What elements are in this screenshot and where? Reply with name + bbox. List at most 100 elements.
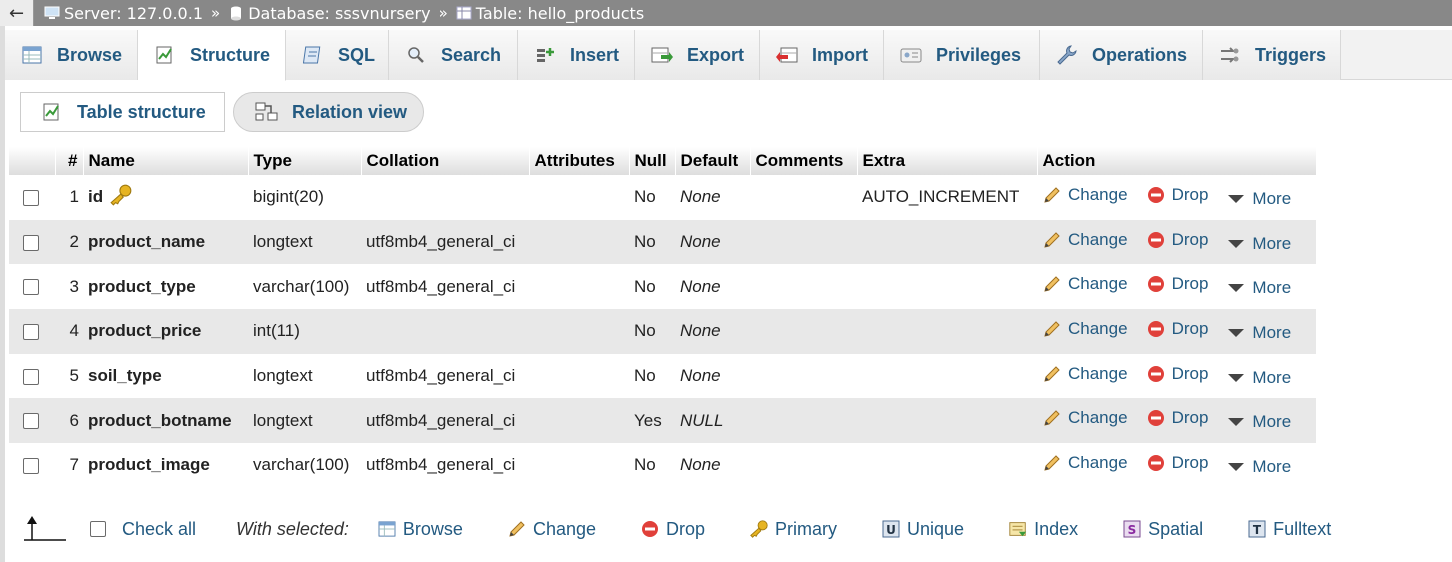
drop-label: Drop xyxy=(1171,184,1209,204)
caret-down-icon xyxy=(1226,278,1246,298)
more-dropdown[interactable]: More xyxy=(1226,457,1291,477)
bulk-change-button[interactable]: Change xyxy=(507,519,596,540)
drop-link[interactable]: Drop xyxy=(1146,229,1209,250)
drop-link[interactable]: Drop xyxy=(1146,408,1208,428)
svg-text:T: T xyxy=(1253,523,1262,537)
tab-operations[interactable]: Operations xyxy=(1040,30,1203,80)
row-type: longtext xyxy=(248,398,361,444)
drop-label: Drop xyxy=(1171,274,1209,294)
row-comments xyxy=(750,309,857,354)
row-checkbox[interactable] xyxy=(23,279,39,296)
breadcrumb-database[interactable]: Database: sssvnursery xyxy=(228,4,431,23)
tab-sql[interactable]: SQL xyxy=(286,30,389,80)
tab-structure[interactable]: Structure xyxy=(138,30,286,81)
page-left-border xyxy=(0,26,5,562)
drop-link[interactable]: Drop xyxy=(1146,319,1208,339)
bulk-drop-button[interactable]: Drop xyxy=(640,519,705,540)
more-dropdown[interactable]: More xyxy=(1226,368,1291,388)
change-link[interactable]: Change xyxy=(1042,319,1128,339)
more-dropdown[interactable]: More xyxy=(1226,189,1291,209)
tab-privileges[interactable]: Privileges xyxy=(884,30,1040,80)
row-num: 4 xyxy=(55,309,83,354)
row-checkbox[interactable] xyxy=(23,234,39,251)
pencil-icon xyxy=(1042,230,1062,250)
col-collation-header[interactable]: Collation xyxy=(361,147,530,175)
col-null-header[interactable]: Null xyxy=(629,147,676,175)
bulk-primary-button[interactable]: Primary xyxy=(749,519,837,540)
col-type-header[interactable]: Type xyxy=(248,147,362,175)
bulk-change-label: Change xyxy=(532,518,597,539)
tab-structure-label: Structure xyxy=(190,44,271,65)
row-actions: Change Drop More xyxy=(1037,175,1316,220)
bulk-browse-button[interactable]: Browse xyxy=(377,519,463,540)
drop-link[interactable]: Drop xyxy=(1146,274,1209,294)
tab-browse[interactable]: Browse xyxy=(5,30,138,80)
row-checkbox[interactable] xyxy=(23,457,39,474)
row-checkbox[interactable] xyxy=(23,189,39,206)
more-dropdown[interactable]: More xyxy=(1226,412,1291,432)
tab-export[interactable]: Export xyxy=(635,30,760,80)
bulk-fulltext-button[interactable]: T Fulltext xyxy=(1247,519,1331,540)
tab-search[interactable]: Search xyxy=(389,30,518,80)
table-structure-button[interactable]: Table structure xyxy=(20,92,225,132)
row-null: No xyxy=(629,175,675,220)
row-checkbox[interactable] xyxy=(23,323,39,340)
drop-label: Drop xyxy=(1171,229,1209,249)
row-checkbox[interactable] xyxy=(23,413,39,430)
col-checkbox-header xyxy=(9,147,56,175)
check-all-checkbox[interactable] xyxy=(90,521,106,537)
row-name-text: soil_type xyxy=(88,366,162,386)
row-default: None xyxy=(675,175,750,220)
row-default: NULL xyxy=(675,398,750,444)
change-link[interactable]: Change xyxy=(1042,408,1128,428)
row-checkbox-cell xyxy=(9,219,55,265)
more-label: More xyxy=(1252,188,1292,208)
table-row: 3 product_type varchar(100) utf8mb4_general… xyxy=(9,264,1316,310)
more-dropdown[interactable]: More xyxy=(1226,234,1291,254)
back-arrow-button[interactable]: ← xyxy=(0,0,34,26)
row-extra: AUTO_INCREMENT xyxy=(857,175,1037,220)
more-dropdown[interactable]: More xyxy=(1226,323,1291,343)
tab-insert[interactable]: Insert xyxy=(518,30,635,80)
breadcrumb-server[interactable]: Server: 127.0.0.1 xyxy=(44,4,203,23)
table-row: 4 product_price int(11) No None Change Drop Mor… xyxy=(9,309,1316,354)
drop-link[interactable]: Drop xyxy=(1146,364,1208,384)
change-link[interactable]: Change xyxy=(1042,453,1128,473)
row-attributes xyxy=(529,309,629,354)
tab-import[interactable]: Import xyxy=(760,30,884,80)
row-num: 7 xyxy=(55,443,83,488)
change-link[interactable]: Change xyxy=(1042,274,1128,294)
drop-link[interactable]: Drop xyxy=(1146,184,1209,205)
bulk-spatial-button[interactable]: S Spatial xyxy=(1122,519,1203,540)
more-label: More xyxy=(1252,367,1292,387)
table-structure-label: Table structure xyxy=(77,101,206,122)
row-name: product_name xyxy=(83,219,248,265)
drop-link[interactable]: Drop xyxy=(1146,452,1209,473)
col-attributes-header[interactable]: Attributes xyxy=(529,147,630,175)
row-checkbox-cell xyxy=(9,443,55,488)
col-extra-header[interactable]: Extra xyxy=(857,147,1038,175)
bulk-index-button[interactable]: Index xyxy=(1008,519,1078,540)
col-default-header[interactable]: Default xyxy=(675,147,751,175)
table-header-row: # Name Type Collation Attributes Null De… xyxy=(9,147,1317,175)
bulk-index-label: Index xyxy=(1034,518,1079,539)
change-link[interactable]: Change xyxy=(1042,364,1128,384)
col-name-header[interactable]: Name xyxy=(83,147,249,175)
col-num-header[interactable]: # xyxy=(55,147,84,175)
check-all-control[interactable]: Check all xyxy=(90,519,196,540)
drop-label: Drop xyxy=(1171,452,1209,472)
more-label: More xyxy=(1252,322,1292,342)
change-link[interactable]: Change xyxy=(1042,230,1128,250)
tab-triggers[interactable]: Triggers xyxy=(1203,30,1341,80)
bulk-unique-button[interactable]: U Unique xyxy=(881,519,964,540)
row-checkbox[interactable] xyxy=(23,368,39,385)
check-all-label[interactable]: Check all xyxy=(122,519,196,540)
bulk-spatial-label: Spatial xyxy=(1148,518,1204,539)
breadcrumb-table[interactable]: Table: hello_products xyxy=(456,4,644,23)
row-comments xyxy=(750,264,857,310)
row-name: product_botname xyxy=(83,398,248,444)
relation-view-button[interactable]: Relation view xyxy=(233,92,424,132)
col-comments-header[interactable]: Comments xyxy=(750,147,858,175)
more-dropdown[interactable]: More xyxy=(1226,278,1291,298)
change-link[interactable]: Change xyxy=(1042,185,1128,205)
